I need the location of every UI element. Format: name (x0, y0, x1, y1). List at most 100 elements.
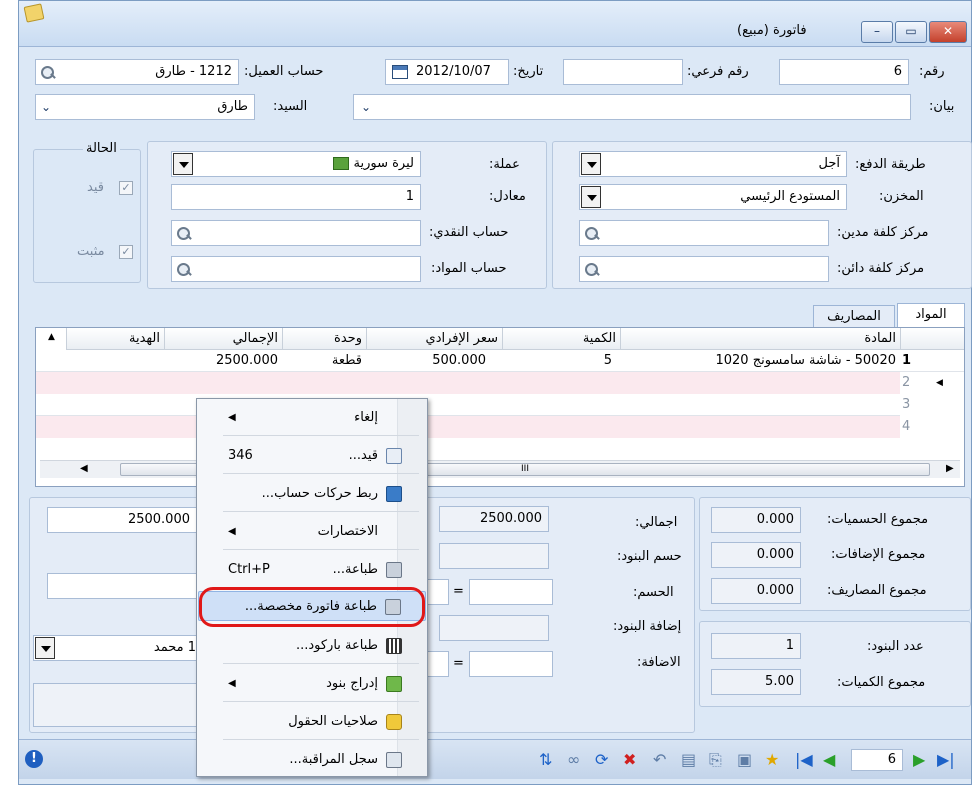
payment-dropdown-button[interactable] (581, 153, 601, 175)
tab-materials[interactable]: المواد (897, 303, 965, 328)
total-label: اجمالي: (635, 515, 678, 530)
sub-number-label: رقم فرعي: (687, 64, 749, 79)
menu-item-ledger[interactable]: قيد... 346 (198, 441, 426, 471)
currency-value: ليرة سورية (353, 156, 414, 171)
currency-field[interactable]: ليرة سورية (171, 151, 421, 177)
warehouse-dropdown-button[interactable] (581, 186, 601, 208)
scroll-left-icon[interactable]: ◀ (80, 463, 88, 474)
materials-account-field[interactable] (171, 256, 421, 282)
grid-vscroll-up-icon[interactable]: ▲ (48, 332, 55, 342)
col-header-price[interactable]: سعر الإفرادي (366, 328, 502, 350)
last-record-icon[interactable]: ▶| (937, 752, 955, 768)
addition-field[interactable] (469, 651, 553, 677)
cash-account-label: حساب النقدي: (429, 225, 509, 240)
salesman-dropdown-button[interactable] (35, 637, 55, 659)
items-grid[interactable]: الهدية الإجمالي وحدة سعر الإفرادي الكمية… (35, 327, 965, 487)
col-header-total[interactable]: الإجمالي (164, 328, 282, 350)
debit-center-field[interactable] (579, 220, 829, 246)
invoice-window: ✕ ▭ – فاتورة (مبيع) رقم: 6 رقم فرعي: تار… (18, 0, 972, 785)
currency-dropdown-button[interactable] (173, 153, 193, 175)
cash-account-search-icon[interactable] (175, 225, 191, 241)
copy-icon[interactable]: ⎘ (709, 752, 722, 768)
statement-field[interactable] (353, 94, 911, 120)
net-extra-field[interactable] (47, 573, 197, 599)
payment-field[interactable]: آجل (579, 151, 847, 177)
save-icon[interactable]: ▣ (737, 752, 752, 768)
table-row[interactable] (36, 394, 900, 416)
menu-item-print-barcode[interactable]: طباعة باركود... (198, 631, 426, 661)
menu-item-link-account[interactable]: ربط حركات حساب... (198, 479, 426, 509)
customer-field[interactable]: 1212 - طارق (35, 59, 239, 85)
col-header-gift[interactable]: الهدية (66, 328, 164, 350)
total-field: 2500.000 (439, 506, 549, 532)
discount-equals: = (453, 584, 464, 599)
statement-chevron-down-icon[interactable]: ⌄ (361, 100, 371, 114)
status-title: الحالة (83, 141, 120, 156)
delete-icon[interactable]: ✖ (623, 752, 636, 768)
calendar-icon[interactable] (392, 64, 408, 79)
col-header-qty[interactable]: الكمية (502, 328, 620, 350)
currency-label: عملة: (489, 157, 520, 172)
customer-search-icon[interactable] (39, 64, 55, 80)
sub-number-field[interactable] (563, 59, 683, 85)
refresh-icon[interactable]: ⟳ (595, 752, 608, 768)
items-discount-field (439, 543, 549, 569)
number-field[interactable]: 6 (779, 59, 909, 85)
menu-label: إلغاء (354, 410, 378, 425)
credit-center-label: مركز كلفة دائن: (837, 261, 925, 276)
table-row[interactable] (36, 372, 900, 394)
materials-account-search-icon[interactable] (175, 261, 191, 277)
paste-icon[interactable]: ▤ (681, 752, 696, 768)
menu-item-shortcuts[interactable]: الاختصارات ◀ (198, 517, 426, 547)
number-label: رقم: (919, 64, 945, 79)
salesman-field[interactable]: 1 محمد (33, 635, 203, 661)
menu-item-field-permissions[interactable]: صلاحيات الحقول (198, 707, 426, 737)
view-icon[interactable]: ∞ (567, 752, 580, 768)
sort-icon[interactable]: ⇅ (539, 752, 552, 768)
date-field[interactable]: 2012/10/07 (385, 59, 509, 85)
ledger-icon (386, 448, 402, 464)
lock-icon (386, 714, 402, 730)
additions-sum-field: 0.000 (711, 542, 801, 568)
table-row[interactable] (36, 416, 900, 438)
menu-item-print[interactable]: طباعة... Ctrl+P (198, 555, 426, 585)
discount-field[interactable] (469, 579, 553, 605)
rate-field[interactable]: 1 (171, 184, 421, 210)
col-header-rownum (900, 328, 964, 350)
expenses-sum-label: مجموع المصاريف: (827, 583, 927, 598)
menu-separator (223, 701, 419, 702)
menu-item-audit-log[interactable]: سجل المراقبة... (198, 745, 426, 775)
confirmed-checkbox[interactable]: ✓ (119, 245, 133, 259)
first-record-icon[interactable]: |◀ (795, 752, 813, 768)
debit-center-search-icon[interactable] (583, 225, 599, 241)
info-icon[interactable]: ! (25, 750, 43, 768)
tab-expenses[interactable]: المصاريف (813, 305, 895, 327)
next-record-icon[interactable]: ▶ (913, 752, 925, 768)
posted-checkbox[interactable]: ✓ (119, 181, 133, 195)
discount-result-field (425, 579, 449, 605)
items-addition-label: إضافة البنود: (613, 619, 682, 634)
mr-field[interactable]: طارق (35, 94, 255, 120)
minimize-button[interactable]: – (861, 21, 893, 43)
qty-sum-field: 5.00 (711, 669, 801, 695)
table-row[interactable]: 2500.000 قطعة 500.000 5 50020 - شاشة سام… (36, 350, 964, 372)
bookmark-star-icon[interactable]: ★ (765, 752, 779, 768)
mr-chevron-down-icon[interactable]: ⌄ (41, 100, 51, 114)
menu-item-cancel[interactable]: إلغاء ◀ (198, 403, 426, 433)
cash-account-field[interactable] (171, 220, 421, 246)
warehouse-field[interactable]: المستودع الرئيسي (579, 184, 847, 210)
col-header-unit[interactable]: وحدة (282, 328, 366, 350)
credit-center-search-icon[interactable] (583, 261, 599, 277)
notes-field[interactable] (33, 683, 203, 727)
scroll-right-icon[interactable]: ▶ (946, 463, 954, 474)
record-number-field[interactable]: 6 (851, 749, 903, 771)
col-header-material[interactable]: المادة (620, 328, 900, 350)
previous-record-icon[interactable]: ◀ (823, 752, 835, 768)
restore-button[interactable]: ▭ (895, 21, 927, 43)
grid-hscrollbar[interactable]: ◀ III ▶ (40, 460, 960, 478)
materials-account-label: حساب المواد: (431, 261, 507, 276)
menu-item-insert-rows[interactable]: إدراج بنود ◀ (198, 669, 426, 699)
credit-center-field[interactable] (579, 256, 829, 282)
close-button[interactable]: ✕ (929, 21, 967, 43)
undo-icon[interactable]: ↶ (653, 752, 666, 768)
